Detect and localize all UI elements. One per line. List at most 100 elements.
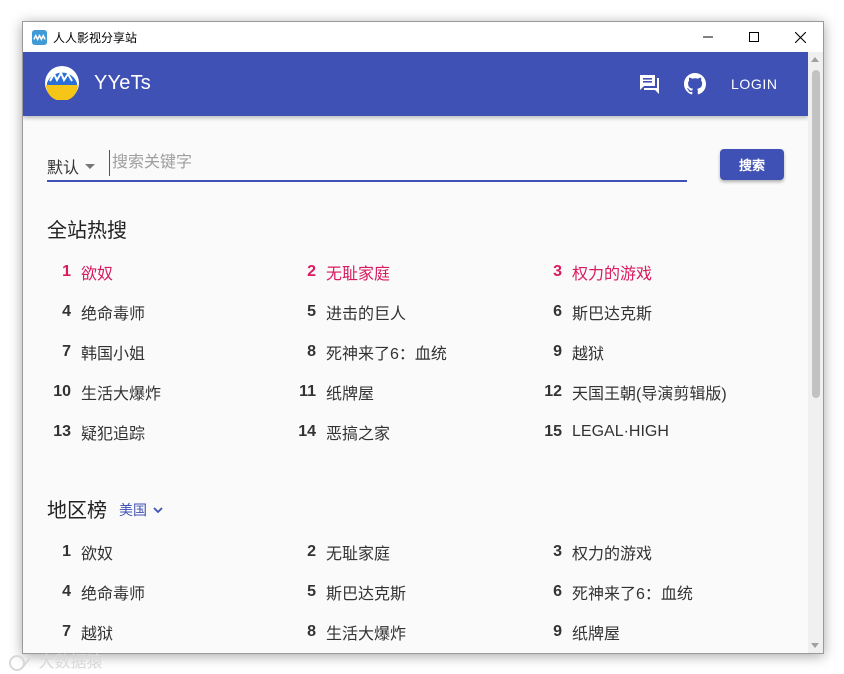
item-title: 无耻家庭 [326,266,391,283]
region-selected-label: 美国 [119,502,147,518]
feedback-icon[interactable] [637,72,661,96]
rank-number: 5 [307,303,316,320]
watermark-logo-icon [9,654,31,671]
hot-item[interactable]: 10 生活大爆炸 [47,380,161,404]
close-button[interactable] [777,22,823,52]
item-title: 权力的游戏 [572,266,653,283]
item-title: 死神来了6：血统 [326,346,447,363]
hot-item[interactable]: 1 欲奴 [47,260,113,284]
search-button[interactable]: 搜索 [720,149,784,180]
rank-number: 4 [62,583,71,600]
rank-number: 10 [53,383,71,400]
item-title: 越狱 [572,346,605,363]
region-item[interactable]: 8 生活大爆炸 [292,620,406,644]
rank-number: 8 [307,343,316,360]
login-button[interactable]: LOGIN [731,76,778,92]
rank-number: 2 [307,263,316,280]
item-title: 恶搞之家 [326,426,391,443]
rank-number: 7 [62,623,71,640]
rank-number: 12 [544,383,562,400]
github-icon[interactable] [683,72,707,96]
hot-item[interactable]: 4 绝命毒师 [47,300,145,324]
item-title: 欲奴 [81,266,114,283]
scroll-up-icon[interactable] [811,57,819,62]
item-title: 纸牌屋 [326,386,375,403]
item-title: 生活大爆炸 [326,626,407,643]
maximize-icon [749,32,759,42]
scroll-down-icon[interactable] [811,643,819,648]
hot-item[interactable]: 5 进击的巨人 [292,300,406,324]
item-title: 越狱 [81,626,114,643]
region-item[interactable]: 7 越狱 [47,620,113,644]
rank-number: 9 [553,623,562,640]
hot-section-title: 全站热搜 [47,220,127,242]
brand-title[interactable]: YYeTs [94,72,151,95]
hot-item[interactable]: 6 斯巴达克斯 [538,300,652,324]
region-section-title: 地区榜 [47,500,107,522]
hot-item[interactable]: 13 疑犯追踪 [47,420,145,444]
search-bar: 默认 [47,146,687,182]
hot-item[interactable]: 3 权力的游戏 [538,260,652,284]
item-title: 绝命毒师 [81,586,146,603]
rank-number: 2 [307,543,316,560]
rank-number: 6 [553,303,562,320]
hot-item[interactable]: 12 天国王朝(导演剪辑版) [538,380,726,404]
item-title: 斯巴达克斯 [326,586,407,603]
app-icon [32,29,47,45]
hot-item[interactable]: 7 韩国小姐 [47,340,145,364]
region-item[interactable]: 9 纸牌屋 [538,620,620,644]
item-title: 欲奴 [81,546,114,563]
hot-item[interactable]: 15 LEGAL·HIGH [538,420,669,444]
item-title: 无耻家庭 [326,546,391,563]
minimize-icon [703,36,713,38]
region-select[interactable]: 美国 [119,500,165,520]
search-mode-select[interactable]: 默认 [47,154,96,178]
hot-item[interactable]: 9 越狱 [538,340,604,364]
search-input[interactable] [109,150,684,176]
rank-number: 3 [553,543,562,560]
rank-number: 11 [299,383,316,400]
rank-number: 7 [62,343,71,360]
scrollbar-thumb[interactable] [812,70,820,398]
rank-number: 5 [307,583,316,600]
rank-number: 3 [553,263,562,280]
item-title: 权力的游戏 [572,546,653,563]
item-title: 绝命毒师 [81,306,146,323]
maximize-button[interactable] [731,22,777,52]
scrollbar[interactable] [808,52,823,653]
minimize-button[interactable] [685,22,731,52]
hot-item[interactable]: 2 无耻家庭 [292,260,390,284]
region-item[interactable]: 5 斯巴达克斯 [292,580,406,604]
close-icon [794,31,806,43]
item-title: 韩国小姐 [81,346,146,363]
main-content: 默认 搜索 全站热搜 1 欲奴 2 无耻家庭 3 权力的游戏 4 绝命毒师 5 进击的巨人… [23,116,808,653]
logo-icon[interactable] [45,66,79,100]
hot-item[interactable]: 14 恶搞之家 [292,420,390,444]
item-title: 疑犯追踪 [81,426,146,443]
rank-number: 9 [553,343,562,360]
title-bar: 人人影视分享站 [23,22,823,52]
item-title: 纸牌屋 [572,626,621,643]
rank-number: 8 [307,623,316,640]
item-title: 死神来了6：血统 [572,586,693,603]
hot-item[interactable]: 11 纸牌屋 [292,380,374,404]
region-item[interactable]: 1 欲奴 [47,540,113,564]
region-item[interactable]: 6 死神来了6：血统 [538,580,693,604]
item-title: 斯巴达克斯 [572,306,653,323]
window-title: 人人影视分享站 [53,30,138,45]
search-mode-label: 默认 [47,160,80,177]
chevron-down-icon [153,507,163,514]
rank-number: 4 [62,303,71,320]
app-bar: YYeTs LOGIN [23,52,808,116]
rank-number: 15 [544,423,562,440]
rank-number: 13 [53,423,71,440]
hot-item[interactable]: 8 死神来了6：血统 [292,340,447,364]
rank-number: 1 [62,543,71,560]
rank-number: 14 [298,423,316,440]
region-item[interactable]: 3 权力的游戏 [538,540,652,564]
watermark-text: 大数据猿 [38,654,103,671]
item-title: LEGAL·HIGH [572,423,669,440]
rank-number: 1 [62,263,71,280]
region-item[interactable]: 4 绝命毒师 [47,580,145,604]
region-item[interactable]: 2 无耻家庭 [292,540,390,564]
